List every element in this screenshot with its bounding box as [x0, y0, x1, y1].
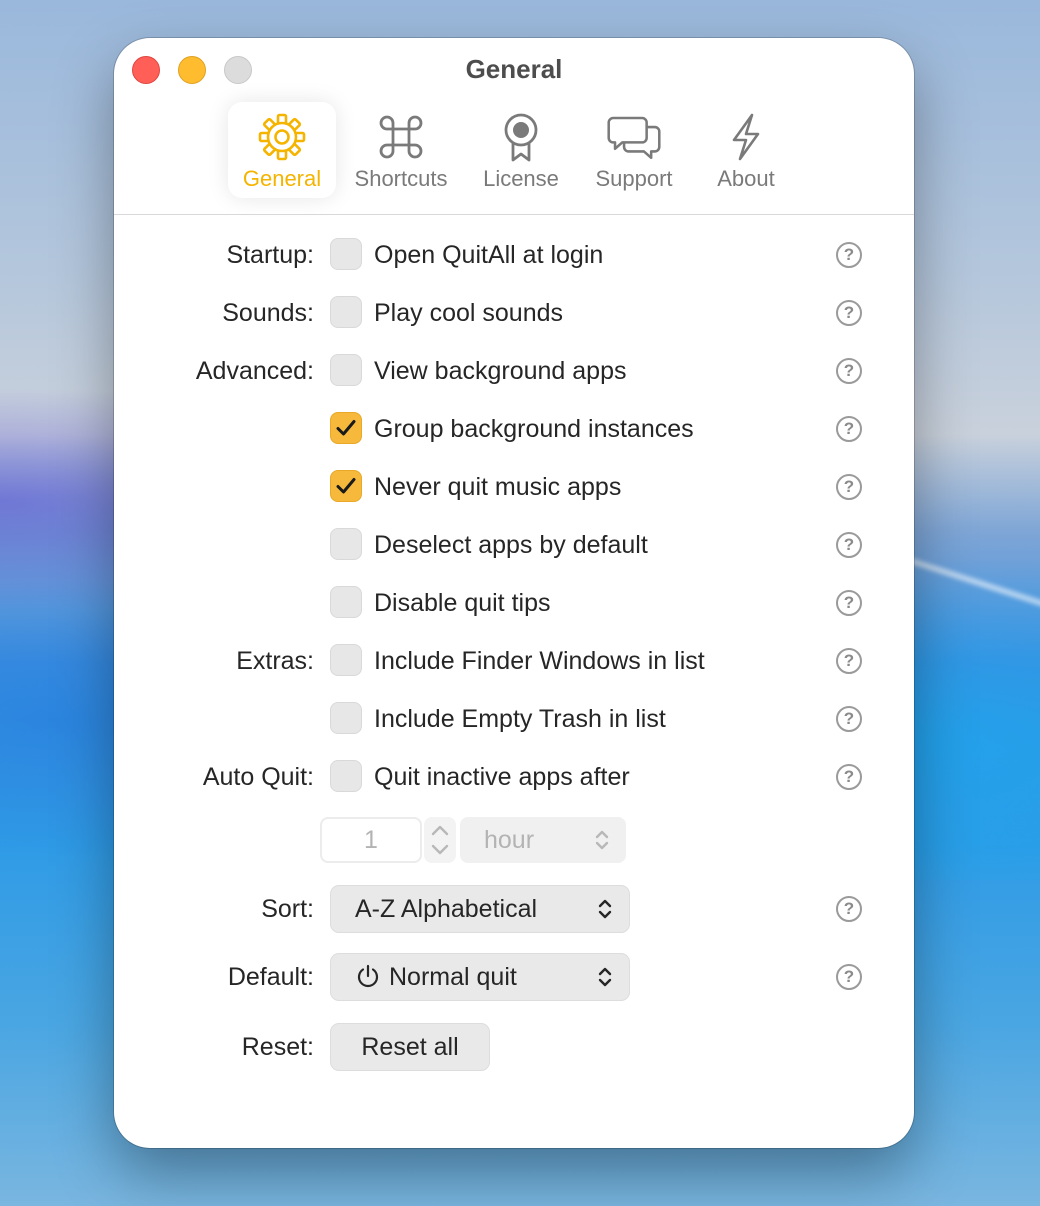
wallpaper-streak — [904, 556, 1040, 630]
auto-quit-row: Auto Quit: Quit inactive apps after ? — [114, 757, 914, 797]
help-icon[interactable]: ? — [836, 896, 862, 922]
tab-about[interactable]: About — [704, 102, 788, 198]
tab-general-label: General — [242, 166, 322, 191]
deselect-apps-row: Deselect apps by default ? — [114, 525, 914, 565]
checkmark-icon — [336, 478, 356, 494]
auto-quit-label: Auto Quit: — [202, 763, 314, 791]
quit-inactive-apps-label: Quit inactive apps after — [374, 763, 630, 791]
chevron-up-down-icon — [598, 967, 612, 987]
help-icon[interactable]: ? — [836, 300, 862, 326]
window-title: General — [465, 54, 563, 84]
play-sounds-label: Play cool sounds — [374, 299, 564, 327]
never-quit-music-apps-checkbox[interactable] — [330, 470, 362, 502]
help-icon[interactable]: ? — [836, 764, 862, 790]
extras-label: Extras: — [236, 647, 314, 675]
include-empty-trash-checkbox[interactable] — [330, 702, 362, 734]
gear-icon — [254, 110, 310, 164]
sounds-row: Sounds: Play cool sounds ? — [114, 293, 914, 333]
disable-quit-tips-row: Disable quit tips ? — [114, 583, 914, 623]
default-action-select[interactable]: Normal quit — [330, 953, 630, 1001]
default-label: Default: — [227, 963, 314, 991]
tab-support-label: Support — [595, 166, 673, 191]
auto-quit-unit-value: hour — [484, 826, 535, 854]
reset-row: Reset: Reset all — [114, 1023, 914, 1071]
default-action-value: Normal quit — [389, 963, 517, 991]
sort-select[interactable]: A-Z Alphabetical — [330, 885, 630, 933]
stepper-arrows-icon — [431, 825, 449, 855]
advanced-row: Advanced: View background apps ? — [114, 351, 914, 391]
group-background-instances-label: Group background instances — [374, 415, 694, 443]
titlebar: General General Shortcuts License Suppor… — [114, 38, 914, 215]
open-at-login-label: Open QuitAll at login — [374, 241, 604, 269]
auto-quit-amount-field[interactable]: 1 — [320, 817, 422, 863]
disable-quit-tips-label: Disable quit tips — [374, 589, 551, 617]
bolt-icon — [718, 110, 774, 164]
help-icon[interactable]: ? — [836, 474, 862, 500]
chevron-up-down-icon — [595, 830, 609, 850]
view-background-apps-label: View background apps — [374, 357, 627, 385]
tab-support[interactable]: Support — [584, 102, 684, 198]
tab-about-label: About — [717, 166, 775, 191]
extras-row: Extras: Include Finder Windows in list ? — [114, 641, 914, 681]
help-icon[interactable]: ? — [836, 706, 862, 732]
auto-quit-duration-row: 1 hour — [114, 817, 914, 863]
tab-general[interactable]: General — [228, 102, 336, 198]
auto-quit-amount-stepper[interactable] — [424, 817, 456, 863]
include-finder-windows-checkbox[interactable] — [330, 644, 362, 676]
sounds-label: Sounds: — [222, 299, 314, 327]
command-icon — [373, 110, 429, 164]
empty-trash-row: Include Empty Trash in list ? — [114, 699, 914, 739]
tab-license[interactable]: License — [476, 102, 566, 198]
auto-quit-unit-select[interactable]: hour — [460, 817, 626, 863]
tab-shortcuts-label: Shortcuts — [354, 166, 448, 191]
never-quit-music-apps-label: Never quit music apps — [374, 473, 622, 501]
help-icon[interactable]: ? — [836, 358, 862, 384]
view-background-apps-checkbox[interactable] — [330, 354, 362, 386]
play-sounds-checkbox[interactable] — [330, 296, 362, 328]
reset-label: Reset: — [241, 1033, 314, 1061]
help-icon[interactable]: ? — [836, 590, 862, 616]
tab-license-label: License — [483, 166, 559, 191]
reset-all-button[interactable]: Reset all — [330, 1023, 490, 1071]
checkmark-icon — [336, 420, 356, 436]
toolbar: General Shortcuts License Support About — [114, 102, 914, 198]
startup-row: Startup: Open QuitAll at login ? — [114, 235, 914, 275]
chat-bubbles-icon — [606, 110, 662, 164]
deselect-apps-label: Deselect apps by default — [374, 531, 648, 559]
group-background-instances-checkbox[interactable] — [330, 412, 362, 444]
help-icon[interactable]: ? — [836, 416, 862, 442]
include-finder-windows-label: Include Finder Windows in list — [374, 647, 705, 675]
help-icon[interactable]: ? — [836, 532, 862, 558]
power-icon — [357, 965, 379, 988]
preferences-window: General General Shortcuts License Suppor… — [114, 38, 914, 1148]
open-at-login-checkbox[interactable] — [330, 238, 362, 270]
startup-label: Startup: — [226, 241, 314, 269]
never-quit-music-row: Never quit music apps ? — [114, 467, 914, 507]
ribbon-icon — [493, 110, 549, 164]
group-background-row: Group background instances ? — [114, 409, 914, 449]
tab-shortcuts[interactable]: Shortcuts — [348, 102, 454, 198]
disable-quit-tips-checkbox[interactable] — [330, 586, 362, 618]
sort-row: Sort: A-Z Alphabetical ? — [114, 885, 914, 933]
help-icon[interactable]: ? — [836, 964, 862, 990]
deselect-apps-checkbox[interactable] — [330, 528, 362, 560]
include-empty-trash-label: Include Empty Trash in list — [374, 705, 666, 733]
default-row: Default: Normal quit ? — [114, 953, 914, 1001]
quit-inactive-apps-checkbox[interactable] — [330, 760, 362, 792]
sort-select-value: A-Z Alphabetical — [355, 895, 538, 923]
help-icon[interactable]: ? — [836, 242, 862, 268]
sort-label: Sort: — [261, 895, 314, 923]
help-icon[interactable]: ? — [836, 648, 862, 674]
advanced-label: Advanced: — [195, 357, 314, 385]
chevron-up-down-icon — [598, 899, 612, 919]
